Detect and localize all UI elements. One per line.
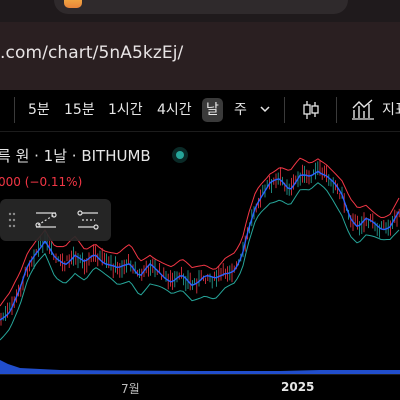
timeframe-5m-button[interactable]: 5분 [28,98,50,122]
price-change-text: 000 (−0.11%) [0,175,83,189]
timeframe-4h-button[interactable]: 4시간 [157,98,192,122]
price-chart[interactable] [0,132,400,400]
live-status-icon [172,147,188,163]
drag-handle-icon[interactable] [8,212,16,228]
moving-average-line [0,170,400,321]
x-axis-label: 7월 [121,382,140,396]
trend-line-tool-icon[interactable] [33,207,59,233]
x-axis-label: 2025 [281,380,315,394]
app-icon [64,0,82,8]
volume-area [0,360,400,374]
browser-tab-pill[interactable] [54,0,348,14]
chevron-down-icon[interactable] [260,104,270,114]
url-text[interactable]: .com/chart/5nA5kzEj/ [0,43,183,63]
candlestick-icon[interactable] [302,100,320,120]
toolbar-separator [14,97,15,123]
timeframe-1d-button[interactable]: 날 [202,98,223,122]
toolbar-separator [284,97,285,123]
horizontal-lines-tool-icon[interactable] [75,207,101,233]
drawing-tools-panel [0,199,111,241]
timeframe-15m-button[interactable]: 15분 [64,98,95,122]
timeframe-1h-button[interactable]: 1시간 [108,98,143,122]
indicators-label[interactable]: 지표 [382,98,400,122]
chart-toolbar [0,90,400,132]
indicators-icon[interactable] [352,98,374,120]
time-axis[interactable] [0,374,400,400]
symbol-legend-title[interactable]: 륵 원 · 1날 · BITHUMB [0,145,151,166]
toolbar-separator [336,97,337,123]
timeframe-1w-button[interactable]: 주 [234,98,247,122]
